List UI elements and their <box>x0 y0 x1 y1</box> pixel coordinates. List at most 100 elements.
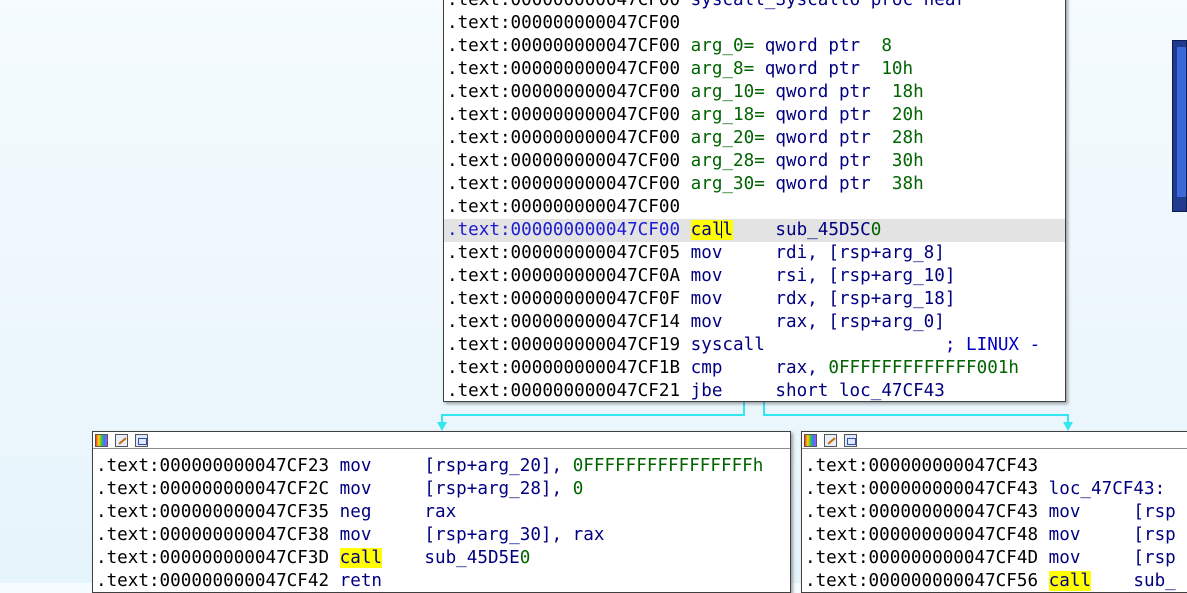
stack-variable: arg_10= qword ptr 18h <box>690 82 924 102</box>
code-line[interactable]: .text:000000000047CF2C mov [rsp+arg_28],… <box>93 478 790 501</box>
address: .text:000000000047CF19 <box>447 335 681 355</box>
edge-arrow-right <box>1063 422 1073 431</box>
left-code-block[interactable]: .text:000000000047CF23 mov [rsp+arg_20],… <box>92 431 791 593</box>
code-line[interactable]: .text:000000000047CF00 arg_8= qword ptr … <box>444 58 1065 81</box>
type-spec: qword ptr <box>764 82 892 102</box>
operand: rsi, [rsp+arg_10] <box>775 266 956 286</box>
side-panel-edge <box>1172 40 1187 212</box>
code-line[interactable]: .text:000000000047CF43 <box>802 455 1187 478</box>
offset-value: 18h <box>891 82 924 102</box>
address: .text:000000000047CF00 <box>447 36 681 56</box>
stack-variable: arg_0= qword ptr 8 <box>690 36 892 56</box>
address: .text:000000000047CF00 <box>447 220 681 240</box>
code-line[interactable]: .text:000000000047CF00 arg_18= qword ptr… <box>444 104 1065 127</box>
right-block-toolbar <box>802 432 1187 449</box>
code-line[interactable]: .text:000000000047CF00 arg_0= qword ptr … <box>444 35 1065 58</box>
offset-value: 8 <box>881 36 892 56</box>
mnemonic: syscall <box>690 335 765 355</box>
code-line[interactable]: .text:000000000047CF35 neg rax <box>93 501 790 524</box>
address: .text:000000000047CF43 <box>805 456 1039 476</box>
operand: [rsp+arg_30], rax <box>424 525 605 545</box>
operand: sub_45D5E0 <box>424 548 531 568</box>
mnemonic: mov <box>1048 525 1081 545</box>
comment: ; LINUX - <box>944 335 1041 355</box>
mnemonic: call <box>690 220 734 240</box>
code-line[interactable]: .text:000000000047CF0A mov rsi, [rsp+arg… <box>444 265 1065 288</box>
address: .text:000000000047CF00 <box>447 128 681 148</box>
address: .text:000000000047CF00 <box>447 197 681 217</box>
offset-value: 20h <box>891 105 924 125</box>
code-line[interactable]: .text:000000000047CF05 mov rdi, [rsp+arg… <box>444 242 1065 265</box>
code-line[interactable]: .text:000000000047CF00 arg_28= qword ptr… <box>444 150 1065 173</box>
address: .text:000000000047CF00 <box>447 0 681 10</box>
mnemonic: mov <box>339 456 372 476</box>
address: .text:000000000047CF23 <box>96 456 330 476</box>
code-line[interactable]: .text:000000000047CF38 mov [rsp+arg_30],… <box>93 524 790 547</box>
palette-icon[interactable] <box>804 434 817 447</box>
code-line[interactable]: .text:000000000047CF48 mov [rsp <box>802 524 1187 547</box>
address: .text:000000000047CF05 <box>447 243 681 263</box>
graph-icon[interactable] <box>844 434 857 447</box>
palette-icon[interactable] <box>95 434 108 447</box>
address: .text:000000000047CF4D <box>805 548 1039 568</box>
code-line[interactable]: .text:000000000047CF21 jbe short loc_47C… <box>444 380 1065 401</box>
address: .text:000000000047CF0F <box>447 289 681 309</box>
stack-variable: arg_8= qword ptr 10h <box>690 59 914 79</box>
operand: rdi, [rsp+arg_8] <box>775 243 945 263</box>
type-spec: qword ptr <box>754 59 882 79</box>
type-spec: qword ptr <box>764 151 892 171</box>
code-line[interactable]: .text:000000000047CF56 call sub_ <box>802 570 1187 592</box>
code-line[interactable]: .text:000000000047CF00 <box>444 196 1065 219</box>
code-line[interactable]: .text:000000000047CF00 arg_30= qword ptr… <box>444 173 1065 196</box>
code-line[interactable]: .text:000000000047CF0F mov rdx, [rsp+arg… <box>444 288 1065 311</box>
operand: rdx, [rsp+arg_18] <box>775 289 956 309</box>
mnemonic: mov <box>339 479 372 499</box>
mnemonic: mov <box>339 525 372 545</box>
address: .text:000000000047CF00 <box>447 82 681 102</box>
code-line[interactable]: .text:000000000047CF19 syscall ; LINUX - <box>444 334 1065 357</box>
code-line[interactable]: .text:000000000047CF23 mov [rsp+arg_20],… <box>93 455 790 478</box>
address: .text:000000000047CF3D <box>96 548 330 568</box>
top-code-block[interactable]: .text:000000000047CF00 syscall_Syscall6 … <box>443 0 1066 402</box>
code-line[interactable]: .text:000000000047CF00 arg_10= qword ptr… <box>444 81 1065 104</box>
code-line[interactable]: .text:000000000047CF43 loc_47CF43: <box>802 478 1187 501</box>
address: .text:000000000047CF56 <box>805 571 1039 591</box>
edit-icon[interactable] <box>824 434 837 447</box>
type-spec: qword ptr <box>764 174 892 194</box>
code-line[interactable]: .text:000000000047CF42 retn <box>93 570 790 592</box>
address: .text:000000000047CF0A <box>447 266 681 286</box>
mnemonic: call <box>339 548 383 568</box>
type-spec: qword ptr <box>764 128 892 148</box>
offset-value: 10h <box>881 59 914 79</box>
edit-icon[interactable] <box>115 434 128 447</box>
code-line[interactable]: .text:000000000047CF1B cmp rax, 0FFFFFFF… <box>444 357 1065 380</box>
stack-variable: arg_18= qword ptr 20h <box>690 105 924 125</box>
code-line[interactable]: .text:000000000047CF4D mov [rsp <box>802 547 1187 570</box>
mnemonic: mov <box>690 266 723 286</box>
numeric-literal: 0 <box>572 479 584 499</box>
operand: [rsp <box>1133 525 1176 545</box>
numeric-literal: 0FFFFFFFFFFFFF001h <box>828 358 1020 378</box>
right-code-block[interactable]: .text:000000000047CF43 .text:00000000004… <box>801 431 1187 593</box>
graph-icon[interactable] <box>135 434 148 447</box>
mnemonic: mov <box>690 243 723 263</box>
code-line[interactable]: .text:000000000047CF14 mov rax, [rsp+arg… <box>444 311 1065 334</box>
operand: short loc_47CF43 <box>775 381 945 401</box>
edge-horizontal-left <box>441 414 745 416</box>
offset-value: 28h <box>891 128 924 148</box>
code-line[interactable]: .text:000000000047CF00 syscall_Syscall6 … <box>444 0 1065 12</box>
code-line[interactable]: .text:000000000047CF00 call sub_45D5C0 <box>444 219 1065 242</box>
stack-variable: arg_20= qword ptr 28h <box>690 128 924 148</box>
code-line[interactable]: .text:000000000047CF00 <box>444 12 1065 35</box>
address: .text:000000000047CF35 <box>96 502 330 522</box>
mnemonic: mov <box>690 289 723 309</box>
operand: [rsp+arg_20], 0FFFFFFFFFFFFFFFFh <box>424 456 764 476</box>
code-line[interactable]: .text:000000000047CF00 arg_20= qword ptr… <box>444 127 1065 150</box>
stack-variable: arg_30= qword ptr 38h <box>690 174 924 194</box>
numeric-literal: 0 <box>870 220 882 240</box>
mnemonic: retn <box>339 571 383 591</box>
address: .text:000000000047CF00 <box>447 174 681 194</box>
address: .text:000000000047CF43 <box>805 479 1039 499</box>
code-line[interactable]: .text:000000000047CF43 mov [rsp <box>802 501 1187 524</box>
code-line[interactable]: .text:000000000047CF3D call sub_45D5E0 <box>93 547 790 570</box>
